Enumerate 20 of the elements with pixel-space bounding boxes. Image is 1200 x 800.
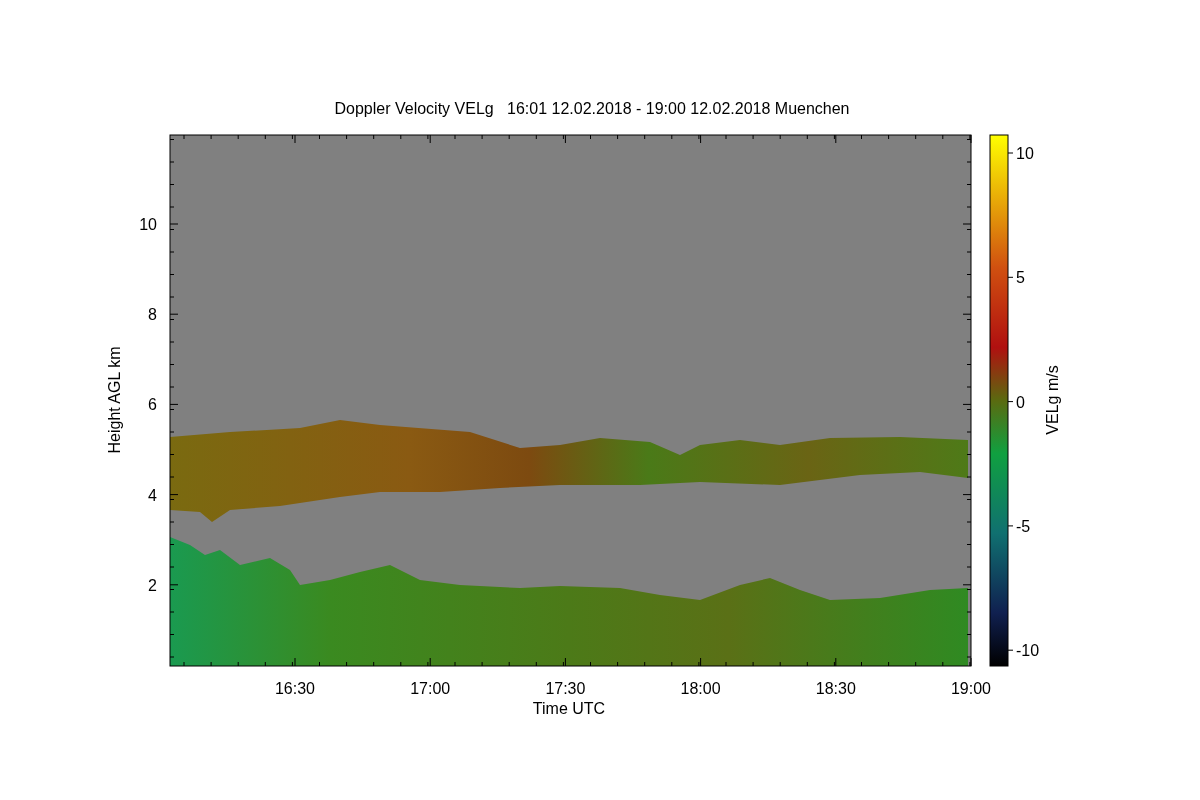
x-axis-label: Time UTC: [532, 700, 606, 717]
colorbar-tick-label: 10: [1016, 145, 1034, 162]
colorbar-tick-label: 0: [1016, 393, 1025, 411]
x-tick-label: 18:00: [680, 680, 721, 697]
y-tick-label: 10: [139, 216, 157, 233]
y-axis-label: Height AGL km: [106, 346, 123, 454]
x-tick-label: 19:00: [951, 680, 991, 697]
colorbar-tick-label: -10: [1016, 642, 1040, 660]
y-tick-label: 2: [148, 576, 157, 594]
x-tick-label: 17:30: [545, 680, 586, 697]
x-tick-label: 17:00: [410, 680, 451, 697]
colorbar-tick-label: 5: [1016, 269, 1025, 287]
plot-title: Doppler Velocity VELg 16:01 12.02.2018 - 19:00 12.02.2018 Muenchen: [334, 100, 850, 117]
x-tick-label: 18:30: [815, 680, 856, 697]
colorbar-tick-label: -5: [1016, 517, 1031, 535]
y-tick-label: 6: [148, 396, 157, 414]
colorbar-label: VELg m/s: [1044, 365, 1061, 435]
y-tick-label: 4: [148, 486, 157, 504]
x-tick-label: 16:30: [275, 680, 315, 697]
y-tick-label: 8: [148, 306, 157, 324]
